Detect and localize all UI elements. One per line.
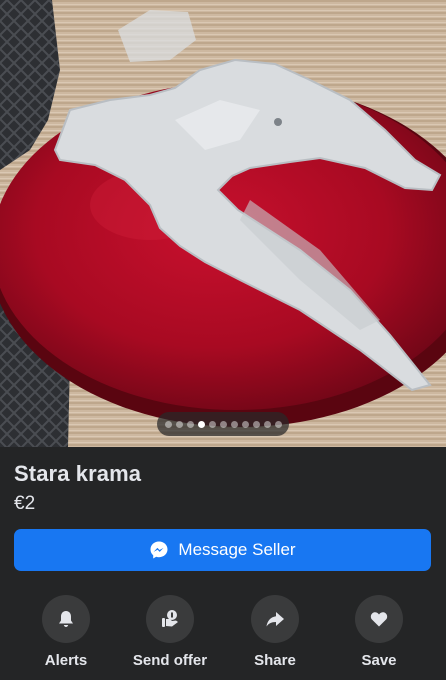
listing-actions: Alerts Send offer Share Save [0, 595, 446, 675]
bell-icon [59, 611, 73, 627]
message-seller-button[interactable]: Message Seller [14, 529, 431, 571]
photo-dot[interactable] [230, 420, 238, 428]
photo-dot[interactable] [175, 420, 183, 428]
alerts-icon-circle [42, 595, 90, 643]
share-label: Share [254, 652, 296, 669]
photo-dot[interactable] [263, 420, 271, 428]
save-button[interactable]: Save [329, 595, 429, 669]
heart-icon [370, 612, 388, 627]
photo-dot[interactable] [219, 420, 227, 428]
share-icon-circle [251, 595, 299, 643]
photo-dot[interactable] [252, 420, 260, 428]
alerts-button[interactable]: Alerts [16, 595, 116, 669]
share-arrow-icon [266, 612, 284, 627]
send-offer-icon-circle [146, 595, 194, 643]
listing-photo-image [0, 0, 446, 447]
message-seller-label: Message Seller [178, 540, 296, 559]
photo-dot[interactable] [186, 420, 194, 428]
save-label: Save [361, 652, 397, 669]
photo-dot[interactable] [164, 420, 172, 428]
listing-title: Stara krama [14, 461, 142, 486]
save-icon-circle [355, 595, 403, 643]
photo-dot[interactable] [241, 420, 249, 428]
listing-price: €2 [14, 493, 36, 514]
send-offer-button[interactable]: Send offer [120, 595, 220, 669]
send-offer-icon [162, 610, 178, 627]
photo-dot[interactable] [208, 420, 216, 428]
send-offer-label: Send offer [132, 652, 208, 669]
messenger-icon [150, 541, 168, 559]
share-button[interactable]: Share [225, 595, 325, 669]
marketplace-listing-screen: Stara krama €2 Message Seller Alerts Sen… [0, 0, 446, 680]
alerts-label: Alerts [44, 652, 88, 669]
photo-dot-active[interactable] [197, 420, 205, 428]
listing-photo[interactable] [0, 0, 446, 447]
photo-dot[interactable] [274, 420, 282, 428]
photo-pagination-dots[interactable] [157, 412, 289, 436]
